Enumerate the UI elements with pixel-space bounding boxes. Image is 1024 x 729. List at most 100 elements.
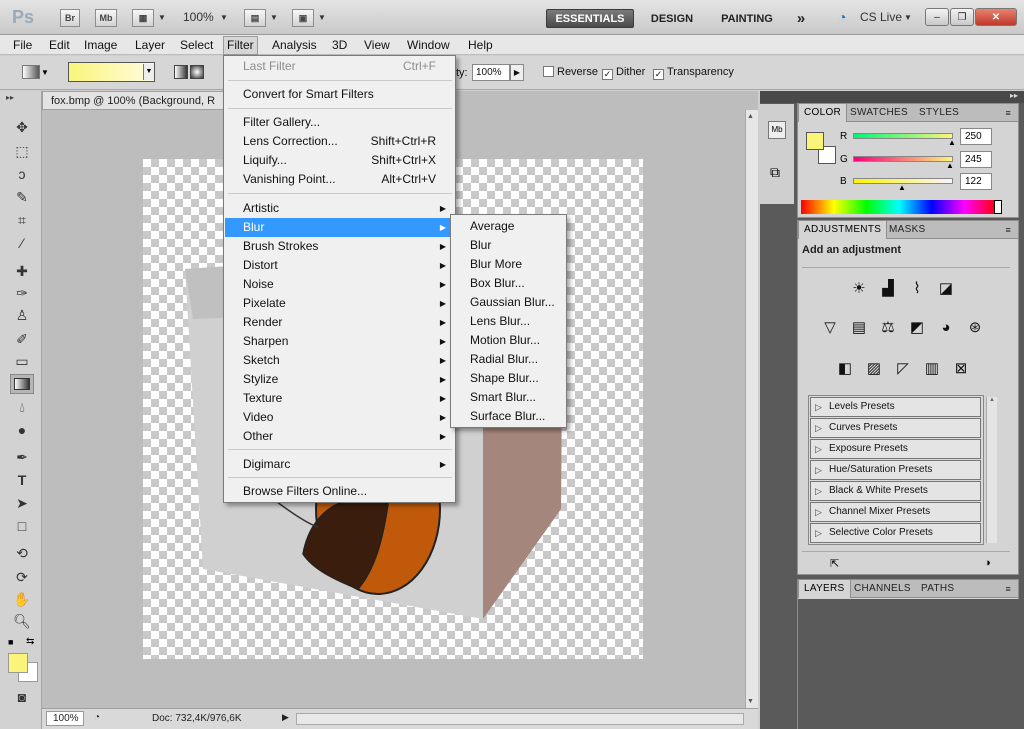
view-extras-button[interactable]: ▦ [132, 9, 154, 27]
checkbox-box[interactable] [543, 66, 554, 77]
history-brush-tool-icon[interactable]: ✐ [10, 329, 34, 349]
linear-gradient-icon[interactable] [174, 65, 188, 79]
chevron-down-icon[interactable]: ▼ [41, 68, 49, 77]
dodge-tool-icon[interactable]: ● [10, 420, 34, 440]
menu-file[interactable]: File [10, 37, 35, 53]
submenu-item-smart-blur[interactable]: Smart Blur... [452, 388, 565, 407]
panel-menu-icon[interactable]: ≡ [1000, 104, 1016, 122]
tab-paths[interactable]: PATHS [916, 580, 959, 598]
workspace-painting[interactable]: PAINTING [712, 9, 782, 28]
default-colors-icon[interactable]: ■ [8, 637, 13, 647]
g-slider-thumb[interactable]: ▲ [946, 161, 954, 170]
bridge-button[interactable]: Br [60, 9, 80, 27]
minimize-button[interactable]: – [925, 8, 949, 26]
gradient-tool-icon[interactable] [10, 374, 34, 394]
submenu-item-average[interactable]: Average [452, 217, 565, 236]
preset-curves[interactable]: Curves Presets [810, 418, 981, 438]
submenu-item-surface-blur[interactable]: Surface Blur... [452, 407, 565, 426]
menu-item-artistic[interactable]: Artistic ▶ [225, 199, 454, 218]
color-ramp-white[interactable] [994, 200, 1002, 214]
clone-stamp-tool-icon[interactable]: ♙ [10, 305, 34, 325]
b-slider-thumb[interactable]: ▲ [898, 183, 906, 192]
chevron-down-icon[interactable]: ▼ [904, 13, 912, 22]
scroll-down-icon[interactable]: ▼ [747, 698, 754, 705]
preset-hue-saturation[interactable]: Hue/Saturation Presets [810, 460, 981, 480]
submenu-item-box-blur[interactable]: Box Blur... [452, 274, 565, 293]
menu-item-convert-smart-filters[interactable]: Convert for Smart Filters [225, 85, 454, 104]
submenu-item-blur-more[interactable]: Blur More [452, 255, 565, 274]
menu-item-brush-strokes[interactable]: Brush Strokes ▶ [225, 237, 454, 256]
workspace-design[interactable]: DESIGN [643, 9, 701, 28]
gradient-picker-swatch[interactable] [68, 62, 155, 82]
selective-color-icon[interactable]: ⊠ [950, 358, 972, 378]
menu-view[interactable]: View [361, 37, 393, 53]
type-tool-icon[interactable]: T [10, 470, 34, 490]
history-icon[interactable]: ⧉ [770, 164, 780, 181]
menu-window[interactable]: Window [404, 37, 453, 53]
collapse-toolbar-icon[interactable]: ▸▸ [6, 93, 14, 102]
menu-item-render[interactable]: Render ▶ [225, 313, 454, 332]
chevron-down-icon[interactable]: ▼ [270, 13, 278, 22]
tab-channels[interactable]: CHANNELS [849, 580, 916, 598]
photo-filter-icon[interactable]: ◕ [935, 317, 957, 337]
swap-colors-icon[interactable]: ⇆ [26, 636, 34, 647]
return-to-list-icon[interactable]: ⇱ [830, 557, 839, 570]
brush-tool-icon[interactable]: ✑ [10, 283, 34, 303]
close-button[interactable]: ✕ [975, 8, 1017, 26]
r-slider-thumb[interactable]: ▲ [948, 138, 956, 147]
blur-tool-icon[interactable]: 💧︎ [10, 397, 34, 417]
tab-adjustments[interactable]: ADJUSTMENTS [798, 221, 888, 239]
check-icon[interactable]: ✓ [653, 69, 664, 80]
reverse-checkbox[interactable]: Reverse [543, 66, 598, 78]
collapse-dock-icon[interactable]: ▸▸ [1010, 91, 1018, 100]
lasso-tool-icon[interactable]: ↄ [10, 164, 34, 184]
arrange-documents-button[interactable]: ▤ [244, 9, 266, 27]
menu-help[interactable]: Help [465, 37, 496, 53]
chevron-down-icon[interactable]: ▼ [158, 13, 166, 22]
submenu-item-motion-blur[interactable]: Motion Blur... [452, 331, 565, 350]
menu-item-distort[interactable]: Distort ▶ [225, 256, 454, 275]
tab-color[interactable]: COLOR [798, 104, 848, 122]
radial-gradient-icon[interactable] [190, 65, 204, 79]
foreground-color-chip[interactable] [806, 132, 824, 150]
menu-item-sketch[interactable]: Sketch ▶ [225, 351, 454, 370]
menu-item-noise[interactable]: Noise ▶ [225, 275, 454, 294]
menu-item-other[interactable]: Other ▶ [225, 427, 454, 446]
zoom-tool-icon[interactable]: 🔍︎ [10, 611, 34, 631]
tab-layers[interactable]: LAYERS [798, 580, 851, 598]
zoom-level-select[interactable]: 100% [183, 10, 214, 24]
channel-mixer-icon[interactable]: ⊛ [964, 317, 986, 337]
restore-button[interactable]: ❐ [950, 8, 974, 26]
hand-tool-icon[interactable]: ✋ [10, 589, 34, 609]
status-zoom-field[interactable]: 100% [46, 711, 84, 726]
submenu-item-shape-blur[interactable]: Shape Blur... [452, 369, 565, 388]
submenu-item-blur[interactable]: Blur [452, 236, 565, 255]
g-value-field[interactable]: 245 [960, 151, 992, 168]
shape-tool-icon[interactable]: □ [10, 516, 34, 536]
quick-selection-tool-icon[interactable]: ✎ [10, 187, 34, 207]
transparency-checkbox[interactable]: ✓ Transparency [653, 66, 734, 80]
exposure-icon[interactable]: ◪ [935, 278, 957, 298]
3d-orbit-tool-icon[interactable]: ⟳ [10, 567, 34, 587]
gradient-tool-preset-icon[interactable] [22, 65, 40, 79]
menu-filter[interactable]: Filter [223, 36, 258, 55]
menu-image[interactable]: Image [81, 37, 120, 53]
curves-icon[interactable]: ⌇ [906, 278, 928, 298]
mini-bridge-icon[interactable]: Mb [768, 121, 786, 139]
tab-styles[interactable]: STYLES [914, 104, 964, 122]
menu-item-stylize[interactable]: Stylize ▶ [225, 370, 454, 389]
chevron-down-icon[interactable]: ▼ [318, 13, 326, 22]
gradient-picker-dropdown[interactable]: ▼ [143, 64, 154, 80]
hue-saturation-icon[interactable]: ▤ [848, 317, 870, 337]
chevron-down-icon[interactable]: ▼ [220, 13, 228, 22]
crop-tool-icon[interactable]: ⌗ [10, 210, 34, 230]
dither-checkbox[interactable]: ✓ Dither [602, 66, 645, 80]
vibrance-icon[interactable]: ▽ [819, 317, 841, 337]
opacity-field[interactable]: 100% [472, 64, 510, 81]
submenu-item-lens-blur[interactable]: Lens Blur... [452, 312, 565, 331]
check-icon[interactable]: ✓ [602, 69, 613, 80]
panel-menu-icon[interactable]: ≡ [1000, 221, 1016, 239]
menu-item-pixelate[interactable]: Pixelate ▶ [225, 294, 454, 313]
menu-item-lens-correction[interactable]: Lens Correction... Shift+Ctrl+R [225, 132, 454, 151]
menu-layer[interactable]: Layer [132, 37, 168, 53]
